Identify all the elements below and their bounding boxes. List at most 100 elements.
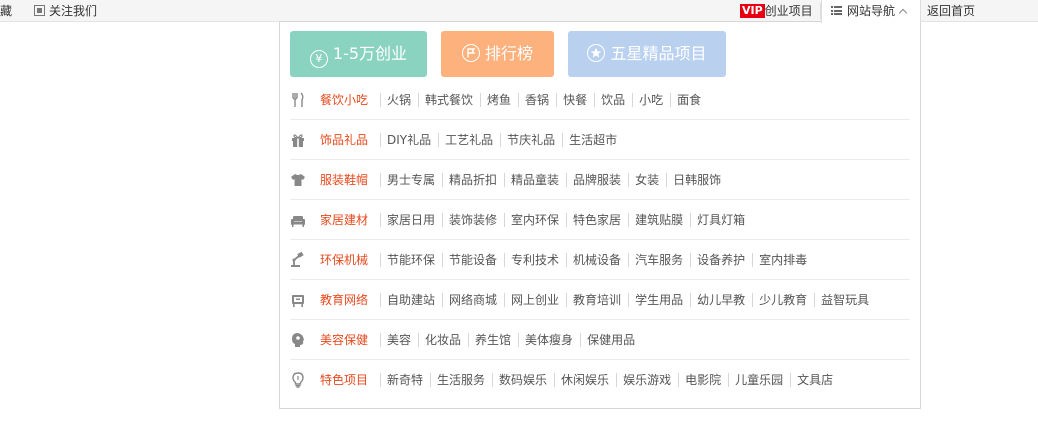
favorite-link[interactable]: 藏 [0,0,12,22]
sofa-icon [290,212,306,228]
category-link[interactable]: 工艺礼品 [438,120,500,160]
category-link[interactable]: 学生用品 [628,280,690,320]
category-link[interactable]: 电影院 [678,360,728,400]
category-link[interactable]: 生活超市 [562,120,624,160]
ranking-button[interactable]: 排行榜 [441,31,554,77]
category-row-special: 特色项目 新奇特 生活服务 数码娱乐 休闲娱乐 娱乐游戏 电影院 儿童乐园 文具店 [290,360,910,400]
category-items: 新奇特 生活服务 数码娱乐 休闲娱乐 娱乐游戏 电影院 儿童乐园 文具店 [380,360,840,400]
category-link[interactable]: 教育培训 [566,280,628,320]
category-link[interactable]: 烤鱼 [480,80,518,120]
category-link[interactable]: 室内环保 [504,200,566,240]
category-link[interactable]: 节能环保 [380,240,442,280]
category-link[interactable]: 专利技术 [504,240,566,280]
category-link[interactable]: 家居日用 [380,200,442,240]
category-link[interactable]: 娱乐游戏 [616,360,678,400]
category-link[interactable]: DIY礼品 [380,120,438,160]
utensils-icon [290,92,306,108]
vip-project-link[interactable]: VIP 创业项目 [740,0,813,22]
category-title[interactable]: 饰品礼品 [320,120,368,160]
category-link[interactable]: 面食 [670,80,708,120]
category-link[interactable]: 生活服务 [430,360,492,400]
category-link[interactable]: 网络商城 [442,280,504,320]
category-title[interactable]: 餐饮小吃 [320,80,368,120]
category-link[interactable]: 男士专属 [380,160,442,200]
category-link[interactable]: 精品折扣 [442,160,504,200]
category-title[interactable]: 教育网络 [320,280,368,320]
category-link[interactable]: 韩式餐饮 [418,80,480,120]
category-link[interactable]: 化妆品 [418,320,468,360]
category-link[interactable]: 香锅 [518,80,556,120]
category-link[interactable]: 火锅 [380,80,418,120]
category-link[interactable]: 机械设备 [566,240,628,280]
category-link[interactable]: 儿童乐园 [728,360,790,400]
ranking-label: 排行榜 [484,44,533,63]
category-link[interactable]: 休闲娱乐 [554,360,616,400]
startup-1-5w-label: 1-5万创业 [332,44,408,63]
category-title[interactable]: 美容保健 [320,320,368,360]
category-link[interactable]: 新奇特 [380,360,430,400]
category-link[interactable]: 汽车服务 [628,240,690,280]
top-bar: 藏 关注我们 VIP 创业项目 网站导航 返回首页 [0,0,1038,23]
tshirt-icon [290,172,306,188]
follow-us-link[interactable]: 关注我们 [34,0,97,22]
site-nav-label: 网站导航 [847,4,896,18]
category-title[interactable]: 特色项目 [320,360,368,400]
category-row-home: 家居建材 家居日用 装饰装修 室内环保 特色家居 建筑贴膜 灯具灯箱 [290,200,910,240]
site-nav-toggle[interactable]: 网站导航 [821,0,921,23]
education-icon [290,292,306,308]
category-link[interactable]: 设备养护 [690,240,752,280]
category-row-apparel: 服装鞋帽 男士专属 精品折扣 精品童装 品牌服装 女装 日韩服饰 [290,160,910,200]
category-items: 节能环保 节能设备 专利技术 机械设备 汽车服务 设备养护 室内排毒 [380,240,814,280]
category-link[interactable]: 保健用品 [580,320,642,360]
category-link[interactable]: 网上创业 [504,280,566,320]
category-items: 美容 化妆品 养生馆 美体瘦身 保健用品 [380,320,642,360]
category-row-food: 餐饮小吃 火锅 韩式餐饮 烤鱼 香锅 快餐 饮品 小吃 面食 [290,80,910,120]
site-nav-dropdown: ¥1-5万创业 排行榜 五星精品项目 餐饮小吃 火锅 韩式餐饮 烤鱼 香锅 快餐 饮品 小吃… [279,21,921,409]
vip-project-label: 创业项目 [764,4,813,18]
category-row-gifts: 饰品礼品 DIY礼品 工艺礼品 节庆礼品 生活超市 [290,120,910,160]
category-link[interactable]: 益智玩具 [814,280,876,320]
machine-icon [290,252,306,268]
category-title[interactable]: 环保机械 [320,240,368,280]
startup-1-5w-button[interactable]: ¥1-5万创业 [290,31,427,77]
category-link[interactable]: 装饰装修 [442,200,504,240]
category-items: DIY礼品 工艺礼品 节庆礼品 生活超市 [380,120,624,160]
category-link[interactable]: 自助建站 [380,280,442,320]
yen-circle-icon: ¥ [309,50,328,68]
category-link[interactable]: 幼儿早教 [690,280,752,320]
category-link[interactable]: 文具店 [790,360,840,400]
beauty-icon [290,332,306,348]
flag-circle-icon [461,44,480,62]
category-link[interactable]: 品牌服装 [566,160,628,200]
category-link[interactable]: 小吃 [632,80,670,120]
category-link[interactable]: 室内排毒 [752,240,814,280]
category-link[interactable]: 节庆礼品 [500,120,562,160]
category-link[interactable]: 数码娱乐 [492,360,554,400]
category-link[interactable]: 美体瘦身 [518,320,580,360]
category-link[interactable]: 美容 [380,320,418,360]
category-link[interactable]: 建筑贴膜 [628,200,690,240]
category-title[interactable]: 家居建材 [320,200,368,240]
category-items: 火锅 韩式餐饮 烤鱼 香锅 快餐 饮品 小吃 面食 [380,80,708,120]
category-title[interactable]: 服装鞋帽 [320,160,368,200]
five-star-project-button[interactable]: 五星精品项目 [568,31,726,77]
category-link[interactable]: 少儿教育 [752,280,814,320]
category-items: 自助建站 网络商城 网上创业 教育培训 学生用品 幼儿早教 少儿教育 益智玩具 [380,280,876,320]
category-row-education: 教育网络 自助建站 网络商城 网上创业 教育培训 学生用品 幼儿早教 少儿教育 益智玩具 [290,280,910,320]
category-link[interactable]: 节能设备 [442,240,504,280]
category-link[interactable]: 日韩服饰 [666,160,728,200]
category-row-machinery: 环保机械 节能环保 节能设备 专利技术 机械设备 汽车服务 设备养护 室内排毒 [290,240,910,280]
chevron-up-icon [898,8,908,18]
category-link[interactable]: 快餐 [556,80,594,120]
category-link[interactable]: 灯具灯箱 [690,200,752,240]
list-icon [831,6,842,15]
category-link[interactable]: 特色家居 [566,200,628,240]
category-link[interactable]: 女装 [628,160,666,200]
category-link[interactable]: 养生馆 [468,320,518,360]
category-link[interactable]: 精品童装 [504,160,566,200]
follow-us-label: 关注我们 [49,4,98,18]
category-link[interactable]: 饮品 [594,80,632,120]
vip-badge: VIP [740,4,765,18]
star-circle-icon [587,44,606,62]
back-home-link[interactable]: 返回首页 [927,0,975,22]
